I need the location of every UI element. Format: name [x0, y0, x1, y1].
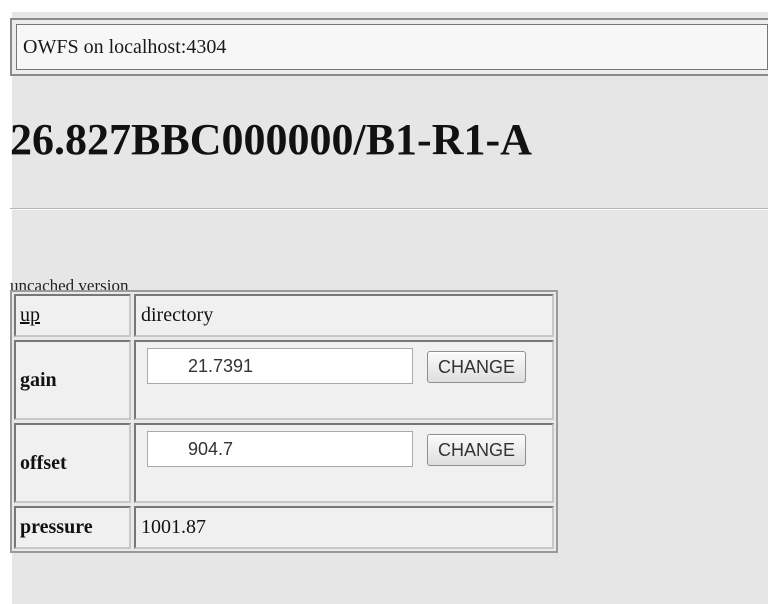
table-row-gain: gain CHANGE	[14, 340, 554, 420]
gain-change-button[interactable]: CHANGE	[427, 351, 527, 383]
table-row-offset: offset CHANGE	[14, 423, 554, 503]
offset-input[interactable]	[147, 431, 413, 467]
server-banner: OWFS on localhost:4304	[10, 18, 768, 76]
properties-table: up directory gain CHANGE offset CHANGE p…	[10, 290, 558, 553]
pressure-value: 1001.87	[134, 506, 554, 549]
server-banner-text: OWFS on localhost:4304	[16, 24, 768, 70]
directory-cell: directory	[134, 294, 554, 337]
offset-value-cell: CHANGE	[134, 423, 554, 503]
table-row-pressure: pressure 1001.87	[14, 506, 554, 549]
offset-label: offset	[14, 423, 131, 503]
up-link[interactable]: up	[20, 304, 40, 327]
pressure-label: pressure	[14, 506, 131, 549]
page-title: 26.827BBC000000/B1-R1-A	[10, 115, 532, 164]
up-cell: up	[14, 294, 131, 337]
gain-input[interactable]	[147, 348, 413, 384]
gain-value-cell: CHANGE	[134, 340, 554, 420]
offset-change-button[interactable]: CHANGE	[427, 434, 527, 466]
gain-label: gain	[14, 340, 131, 420]
table-row-up: up directory	[14, 294, 554, 337]
horizontal-divider	[10, 208, 768, 210]
